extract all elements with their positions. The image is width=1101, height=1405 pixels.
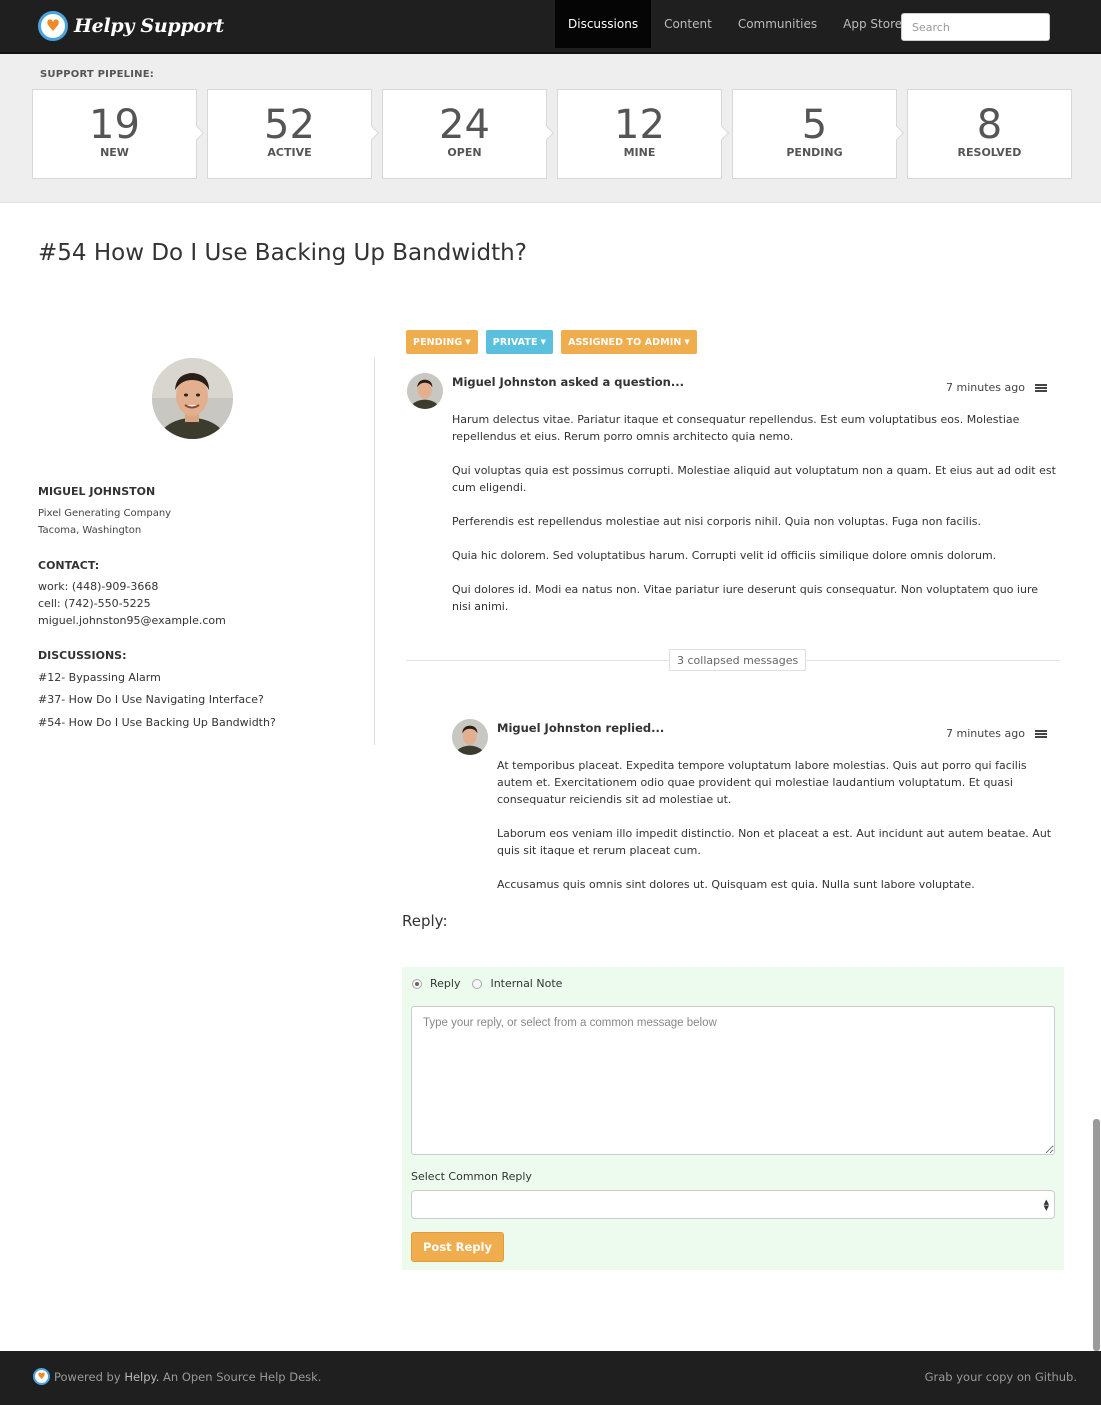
message-paragraph: Perferendis est repellendus molestiae au… (452, 515, 981, 528)
stage-label: ACTIVE (267, 146, 312, 159)
message-paragraph: Qui voluptas quia est possimus corrupti.… (452, 464, 1056, 494)
nav-discussions[interactable]: Discussions (555, 0, 652, 48)
helpy-link[interactable]: Helpy. (124, 1370, 159, 1384)
pipeline-stage-pending[interactable]: 5 PENDING (732, 89, 905, 179)
common-reply-select[interactable]: ▲ ▼ (411, 1190, 1055, 1219)
heart-icon: ♥ (33, 1368, 50, 1385)
caret-down-icon: ▼ (684, 338, 690, 346)
contact-heading: CONTACT: (38, 559, 100, 572)
stage-count: 5 (801, 102, 828, 148)
privacy-label: PRIVATE (492, 336, 538, 348)
discussion-link[interactable]: #54- How Do I Use Backing Up Bandwidth? (38, 716, 276, 729)
reply-radio-label: Reply (430, 977, 461, 990)
nav-links: Discussions Content Communities App Stor… (555, 0, 915, 52)
menu-icon[interactable] (1035, 730, 1047, 740)
message-author: Miguel Johnston asked a question... (452, 375, 684, 389)
pipeline-stage-mine[interactable]: 12 MINE (557, 89, 730, 179)
message-time: 7 minutes ago (946, 381, 1025, 394)
stage-label: OPEN (447, 146, 482, 159)
internal-note-radio[interactable] (472, 978, 483, 989)
reply-type-options: Reply Internal Note (412, 977, 574, 990)
caret-down-icon: ▼ (465, 338, 471, 346)
column-divider (374, 357, 375, 745)
ticket-status-controls: PENDING ▼ PRIVATE ▼ ASSIGNED TO ADMIN ▼ (406, 330, 697, 354)
stage-label: MINE (623, 146, 656, 159)
message-paragraph: Harum delectus vitae. Pariatur itaque et… (452, 413, 1020, 443)
stage-count: 12 (614, 102, 665, 148)
pipeline-stages: 19 NEW 52 ACTIVE 24 OPEN 12 MINE 5 PENDI… (32, 89, 1072, 179)
customer-avatar (152, 358, 233, 439)
message-paragraph: Qui dolores id. Modi ea natus non. Vitae… (452, 583, 1038, 613)
customer-company: Pixel Generating Company (38, 508, 172, 519)
pipeline-stage-resolved[interactable]: 8 RESOLVED (907, 89, 1072, 179)
stage-count: 8 (976, 102, 1003, 148)
contact-email[interactable]: miguel.johnston95@example.com (38, 614, 226, 627)
page-scrollbar[interactable] (1093, 1119, 1100, 1351)
message-paragraph: Quia hic dolorem. Sed voluptatibus harum… (452, 549, 997, 562)
pipeline-stage-new[interactable]: 19 NEW (32, 89, 205, 179)
powered-prefix: Powered by (54, 1369, 121, 1384)
github-link[interactable]: Grab your copy on Github. (925, 1370, 1077, 1384)
author-avatar (407, 373, 443, 409)
top-navbar: ♥ Helpy Support Discussions Content Comm… (0, 0, 1101, 54)
page-title: #54 How Do I Use Backing Up Bandwidth? (38, 240, 527, 266)
collapsed-messages-toggle[interactable]: 3 collapsed messages (669, 649, 807, 671)
customer-location: Tacoma, Washington (38, 525, 142, 536)
privacy-dropdown-button[interactable]: PRIVATE ▼ (485, 330, 554, 354)
discussion-link[interactable]: #12- Bypassing Alarm (38, 671, 161, 684)
assignee-label: ASSIGNED TO ADMIN (568, 336, 682, 348)
message-paragraph: At temporibus placeat. Expedita tempore … (497, 759, 1027, 806)
message-author: Miguel Johnston replied... (497, 721, 665, 735)
pipeline-stage-open[interactable]: 24 OPEN (382, 89, 555, 179)
contact-cell-phone: cell: (742)-550-5225 (38, 597, 151, 610)
brand-name: Helpy Support (74, 15, 224, 37)
support-pipeline: SUPPORT PIPELINE: 19 NEW 52 ACTIVE 24 OP… (0, 54, 1101, 203)
reply-form: Reply Internal Note Select Common Reply … (402, 967, 1064, 1270)
reply-textarea[interactable] (411, 1006, 1055, 1155)
status-label: PENDING (413, 336, 463, 348)
message-time: 7 minutes ago (946, 727, 1025, 740)
post-reply-button[interactable]: Post Reply (411, 1232, 504, 1262)
message-body: At temporibus placeat. Expedita tempore … (497, 757, 1062, 910)
contact-work-phone: work: (448)-909-3668 (38, 580, 159, 593)
person-photo-icon (152, 358, 233, 439)
message-body: Harum delectus vitae. Pariatur itaque et… (452, 411, 1060, 632)
common-reply-label: Select Common Reply (411, 1170, 532, 1183)
person-photo-icon (452, 719, 488, 755)
status-dropdown-button[interactable]: PENDING ▼ (406, 330, 478, 354)
powered-suffix: An Open Source Help Desk. (163, 1369, 322, 1384)
nav-content[interactable]: Content (651, 0, 725, 48)
message-paragraph: Laborum eos veniam illo impedit distinct… (497, 827, 1052, 857)
stage-count: 24 (439, 102, 490, 148)
internal-note-radio-label: Internal Note (490, 977, 563, 990)
select-arrows-icon: ▲ ▼ (1043, 1198, 1049, 1212)
search-input[interactable] (901, 13, 1050, 41)
stage-label: PENDING (786, 146, 843, 159)
discussions-heading: DISCUSSIONS: (38, 649, 127, 662)
stage-label: NEW (100, 146, 129, 159)
footer: ♥ Powered by Helpy. An Open Source Help … (0, 1351, 1101, 1405)
pipeline-stage-active[interactable]: 52 ACTIVE (207, 89, 380, 179)
stage-count: 52 (264, 102, 315, 148)
message-paragraph: Accusamus quis omnis sint dolores ut. Qu… (497, 878, 975, 891)
discussion-link[interactable]: #37- How Do I Use Navigating Interface? (38, 693, 264, 706)
pipeline-label: SUPPORT PIPELINE: (40, 69, 154, 80)
assignee-dropdown-button[interactable]: ASSIGNED TO ADMIN ▼ (561, 330, 697, 354)
brand-link[interactable]: ♥ Helpy Support (38, 10, 224, 42)
reply-radio[interactable] (412, 978, 422, 989)
nav-communities[interactable]: Communities (725, 0, 830, 48)
footer-powered-by: ♥ Powered by Helpy. An Open Source Help … (33, 1368, 321, 1385)
stage-count: 19 (89, 102, 140, 148)
caret-down-icon: ▼ (540, 338, 547, 346)
menu-icon[interactable] (1035, 384, 1047, 394)
customer-name: MIGUEL JOHNSTON (38, 485, 156, 498)
heart-icon: ♥ (38, 11, 68, 41)
reply-heading: Reply: (402, 912, 448, 930)
stage-label: RESOLVED (957, 146, 1022, 159)
person-photo-icon (407, 373, 443, 409)
author-avatar (452, 719, 488, 755)
